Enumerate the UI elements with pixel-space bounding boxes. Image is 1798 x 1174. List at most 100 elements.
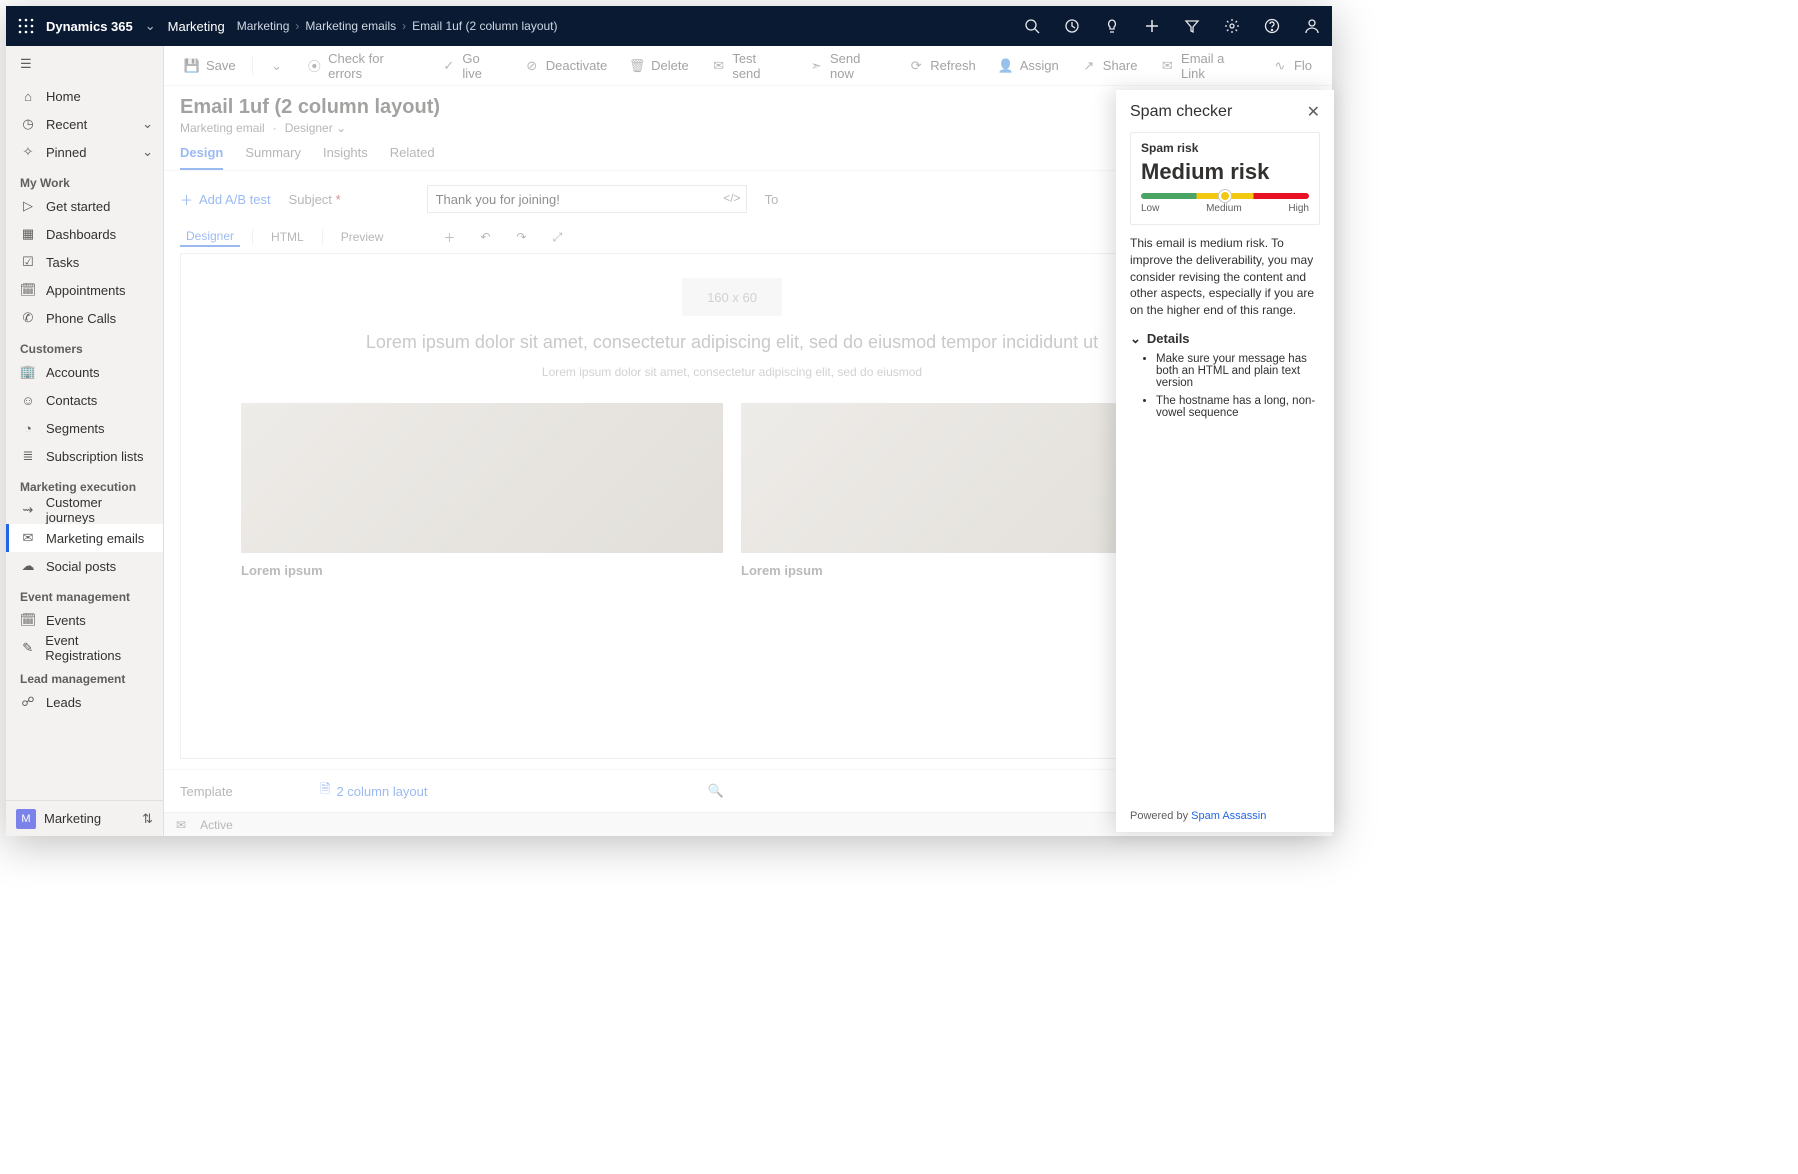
flow-icon: ∿ [1272,58,1288,74]
cmd-assign[interactable]: 👤Assign [988,46,1069,85]
cmd-label: Send now [830,51,886,81]
record-type: Marketing email [180,121,265,135]
canvas-subtext[interactable]: Lorem ipsum dolor sit amet, consectetur … [241,365,1223,379]
sidebar-item-label: Customer journeys [46,495,153,525]
sidebar-item-phone-calls[interactable]: ✆Phone Calls [6,304,163,332]
sidebar-item-pinned[interactable]: ✧Pinned⌄ [6,138,163,166]
tab-insights[interactable]: Insights [323,145,368,170]
add-icon[interactable] [1132,18,1172,34]
sidebar-item-dashboards[interactable]: ▦Dashboards [6,220,163,248]
sidebar-item-event-registrations[interactable]: ✎Event Registrations [6,634,163,662]
breadcrumb-item[interactable]: Marketing [237,19,290,33]
sidebar-item-tasks[interactable]: ☑Tasks [6,248,163,276]
spam-checker-panel: Spam checker ✕ Spam risk Medium risk Low… [1116,90,1334,832]
sidebar-item-social-posts[interactable]: ☁ Social posts [6,552,163,580]
canvas-column[interactable]: Lorem ipsum [241,403,723,578]
brand-dropdown-icon[interactable]: ⌄ [145,18,156,34]
play-icon: ▷ [20,198,36,214]
filter-icon[interactable] [1172,18,1212,34]
breadcrumb-item[interactable]: Email 1uf (2 column layout) [412,19,557,33]
save-icon: 💾 [184,58,200,74]
sidebar-area-switcher[interactable]: M Marketing ⇅ [6,800,163,836]
sidebar-item-label: Subscription lists [46,449,144,464]
sidebar-group: Lead management [6,662,163,688]
spam-detail-item: The hostname has a long, non-vowel seque… [1156,395,1320,419]
sidebar-item-appointments[interactable]: 🗓Appointments [6,276,163,304]
sidebar-item-get-started[interactable]: ▷ Get started [6,192,163,220]
sidebar-item-home[interactable]: ⌂Home [6,82,163,110]
sidebar-item-events[interactable]: 🗓Events [6,606,163,634]
code-icon[interactable]: </> [723,191,740,205]
cmd-email-link[interactable]: ✉Email a Link [1149,46,1259,85]
add-element-icon[interactable]: ＋ [435,229,463,246]
template-icon: 🗎 [320,780,330,802]
search-icon[interactable]: 🔍 [708,783,724,799]
cmd-test-send[interactable]: ✉ Test send [701,46,797,85]
sidebar-item-label: Social posts [46,559,116,574]
tab-related[interactable]: Related [390,145,435,170]
task-icon[interactable] [1052,18,1092,34]
breadcrumb-item[interactable]: Marketing emails [305,19,396,33]
seg-designer[interactable]: Designer [180,227,240,247]
logo-placeholder[interactable]: 160 x 60 [682,278,782,316]
sidebar-item-customer-journeys[interactable]: ⇝Customer journeys [6,496,163,524]
seg-html[interactable]: HTML [265,228,310,246]
cmd-share[interactable]: ↗Share [1071,46,1148,85]
app-name[interactable]: Marketing [156,19,237,34]
spam-panel-title: Spam checker [1130,103,1232,121]
fullscreen-icon[interactable]: ⤢ [543,230,571,245]
cmd-delete[interactable]: 🗑Delete [619,46,699,85]
sidebar-item-subscription-lists[interactable]: ≣Subscription lists [6,442,163,470]
redo-icon[interactable]: ↷ [507,230,535,244]
sidebar-item-contacts[interactable]: ☺Contacts [6,386,163,414]
cmd-go-live[interactable]: ✓Go live [431,46,512,85]
close-icon[interactable]: ✕ [1307,102,1320,122]
view-switcher[interactable]: Designer ⌄ [285,121,346,135]
hamburger-icon[interactable]: ☰ [6,46,163,82]
cmd-save[interactable]: 💾Save [174,46,246,85]
help-icon[interactable] [1252,18,1292,34]
cmd-send-now[interactable]: ➣Send now [798,46,896,85]
social-icon: ☁ [20,558,36,574]
sidebar-item-label: Get started [46,199,110,214]
warning-icon: ⦿ [307,58,323,74]
mail-icon: ✉ [711,58,727,74]
area-label: Marketing [44,811,101,826]
template-link[interactable]: 🗎2 column layout [320,780,428,802]
task-icon: ☑ [20,254,36,270]
subject-input[interactable] [427,185,747,213]
cmd-label: Test send [732,51,786,81]
details-toggle[interactable]: ⌄Details [1130,331,1320,347]
seg-preview[interactable]: Preview [335,228,390,246]
cmd-deactivate[interactable]: ⊘Deactivate [514,46,617,85]
brand-label[interactable]: Dynamics 365 [46,19,141,34]
sidebar-item-recent[interactable]: ◷Recent⌄ [6,110,163,138]
cmd-refresh[interactable]: ⟳Refresh [898,46,986,85]
cmd-label: Check for errors [328,51,419,81]
sidebar-item-segments[interactable]: ◔Segments [6,414,163,442]
image-placeholder[interactable] [241,403,723,553]
chevron-down-icon: ⌄ [269,58,285,74]
cmd-check-errors[interactable]: ⦿ Check for errors [297,46,429,85]
lightbulb-icon[interactable] [1092,18,1132,34]
status-value: Active [200,818,233,832]
undo-icon[interactable]: ↶ [471,230,499,244]
tab-design[interactable]: Design [180,145,223,170]
lead-icon: ☍ [20,694,36,710]
app-launcher-icon[interactable] [6,18,46,34]
powered-link[interactable]: Spam Assassin [1191,810,1266,822]
spam-body-text: This email is medium risk. To improve th… [1130,235,1320,319]
canvas-caption[interactable]: Lorem ipsum [241,563,723,578]
cmd-save-dropdown[interactable]: ⌄ [259,46,295,85]
account-icon[interactable] [1292,18,1332,34]
cmd-flow[interactable]: ∿Flo [1262,46,1322,85]
tab-summary[interactable]: Summary [245,145,301,170]
plus-icon: ＋ [180,190,193,209]
gear-icon[interactable] [1212,18,1252,34]
sidebar-item-accounts[interactable]: 🏢Accounts [6,358,163,386]
sidebar-item-marketing-emails[interactable]: ✉Marketing emails [6,524,163,552]
canvas-headline[interactable]: Lorem ipsum dolor sit amet, consectetur … [241,330,1223,355]
add-ab-test-button[interactable]: ＋Add A/B test [180,190,271,209]
sidebar-item-leads[interactable]: ☍Leads [6,688,163,716]
search-icon[interactable] [1012,18,1052,34]
